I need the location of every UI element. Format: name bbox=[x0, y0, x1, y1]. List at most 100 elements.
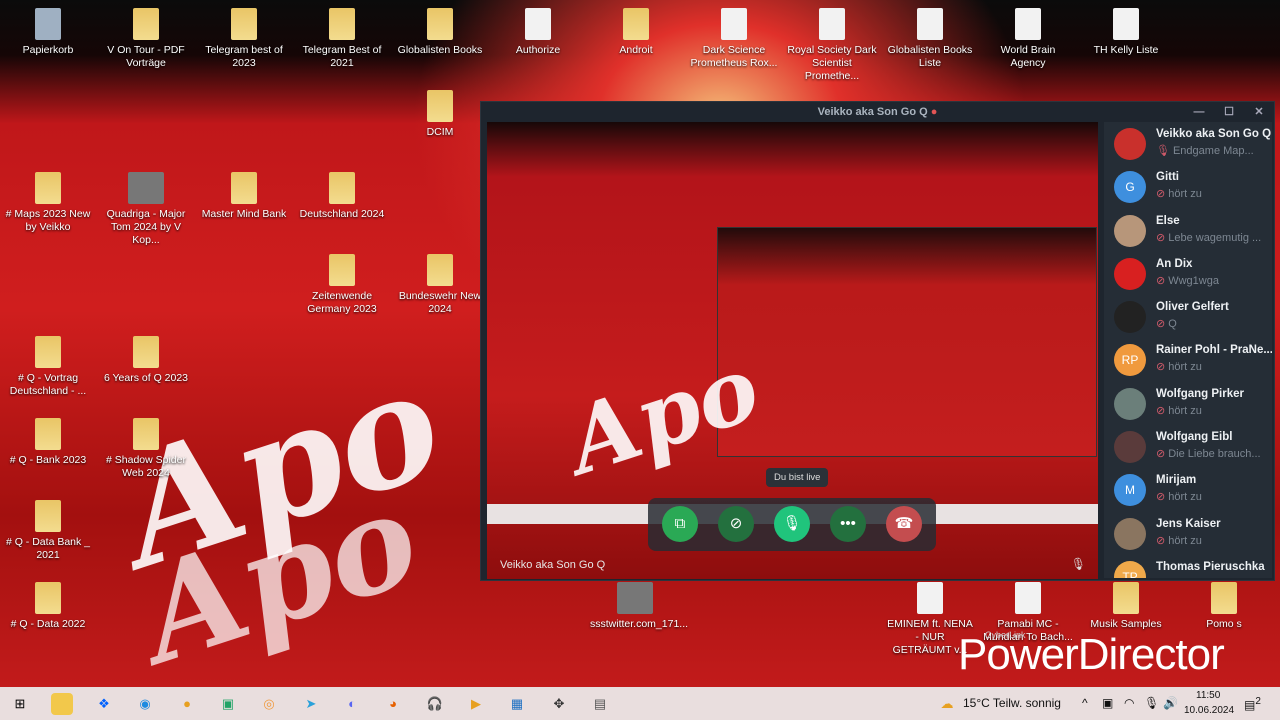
participant-item[interactable]: TP Thomas Pieruschka ⊘ bbox=[1104, 555, 1272, 578]
tray-app-icon[interactable]: ▣ bbox=[1102, 696, 1113, 710]
desktop-icon[interactable]: Telegram Best of 2021 bbox=[297, 8, 387, 70]
desktop-icon[interactable]: Globalisten Books bbox=[395, 8, 485, 57]
desktop-icon-label: World Brain Agency bbox=[1000, 44, 1056, 69]
microphone-button[interactable]: 🎙 bbox=[774, 506, 810, 542]
app-icon[interactable]: ✥ bbox=[548, 693, 570, 715]
desktop-icon-label: # Q - Vortrag Deutschland - ... bbox=[9, 372, 87, 397]
desktop-icon-label: Androit bbox=[619, 44, 653, 56]
desktop-icon[interactable]: Telegram best of 2023 bbox=[199, 8, 289, 70]
store-icon[interactable]: ▦ bbox=[506, 693, 528, 715]
participant-item[interactable]: RP Rainer Pohl - PraNe... ⊘ hört zu bbox=[1104, 338, 1272, 381]
desktop-icon[interactable]: Dark Science Prometheus Rox... bbox=[689, 8, 779, 70]
desktop-icon[interactable]: Master Mind Bank bbox=[199, 172, 289, 221]
participant-item[interactable]: Veikko aka Son Go Q 🎙 Endgame Map... bbox=[1104, 122, 1272, 165]
notifications-icon[interactable]: ▤2 bbox=[1244, 696, 1261, 712]
start-button[interactable]: ⊞ bbox=[9, 693, 31, 715]
maximize-button[interactable]: ☐ bbox=[1214, 102, 1244, 122]
media-icon[interactable]: ▶ bbox=[465, 693, 487, 715]
end-call-button[interactable]: ☎ bbox=[886, 506, 922, 542]
tray-chevron-icon[interactable]: ^ bbox=[1082, 696, 1088, 710]
status-text: hört zu bbox=[1168, 188, 1202, 201]
participant-item[interactable]: Oliver Gelfert ⊘ Q bbox=[1104, 295, 1272, 338]
weather-text[interactable]: 15°C Teilw. sonnig bbox=[963, 696, 1061, 710]
desktop-icon-label: # Q - Bank 2023 bbox=[9, 454, 87, 466]
dropbox-icon[interactable]: ❖ bbox=[93, 693, 115, 715]
telegram-icon[interactable]: ➤ bbox=[300, 693, 322, 715]
desktop-icon[interactable]: V On Tour - PDF Vorträge bbox=[101, 8, 191, 70]
desktop-icon-label: DCIM bbox=[426, 126, 454, 138]
desktop-icon-label: Globalisten Books Liste bbox=[887, 44, 973, 69]
desktop-icon[interactable]: # Q - Vortrag Deutschland - ... bbox=[3, 336, 93, 398]
participants-list[interactable]: Veikko aka Son Go Q 🎙 Endgame Map... G Git… bbox=[1104, 122, 1272, 578]
clock-time[interactable]: 11:50 bbox=[1196, 690, 1220, 701]
desktop-icon[interactable]: Zeitenwende Germany 2023 bbox=[297, 254, 387, 316]
app-icon[interactable]: ● bbox=[176, 693, 198, 715]
folder-icon bbox=[427, 254, 453, 286]
desktop-icon-label: Master Mind Bank bbox=[201, 208, 287, 220]
minimize-button[interactable]: — bbox=[1184, 102, 1214, 122]
desktop-icon[interactable]: Musik Samples bbox=[1081, 582, 1171, 631]
app-icon[interactable]: ◎ bbox=[258, 693, 280, 715]
status-text: hört zu bbox=[1168, 534, 1202, 547]
desktop-icon[interactable]: TH Kelly Liste bbox=[1081, 8, 1171, 57]
discord-icon[interactable]: ◐ bbox=[341, 693, 363, 715]
more-button[interactable]: ••• bbox=[830, 506, 866, 542]
desktop-icon[interactable]: Globalisten Books Liste bbox=[885, 8, 975, 70]
file-icon bbox=[128, 172, 164, 204]
desktop-icon-label: # Q - Data 2022 bbox=[10, 618, 86, 630]
participant-item[interactable]: G Gitti ⊘ hört zu bbox=[1104, 165, 1272, 208]
desktop-icon[interactable]: # Q - Data 2022 bbox=[3, 582, 93, 631]
folder-icon bbox=[1211, 582, 1237, 614]
desktop-icon[interactable]: # Maps 2023 New by Veikko bbox=[3, 172, 93, 234]
app-icon[interactable]: ▤ bbox=[589, 693, 611, 715]
participant-item[interactable]: An Dix ⊘ Wwg1wga bbox=[1104, 252, 1272, 295]
desktop-icon[interactable]: World Brain Agency bbox=[983, 8, 1073, 70]
participant-item[interactable]: Else ⊘ Lebe wagemutig ... bbox=[1104, 209, 1272, 252]
headphones-icon[interactable]: 🎧 bbox=[424, 693, 446, 715]
video-off-button[interactable]: ⊘ bbox=[718, 506, 754, 542]
desktop-icon-label: Telegram best of 2023 bbox=[205, 44, 283, 69]
participant-name: Wolfgang Eibl bbox=[1156, 431, 1233, 444]
desktop-icon[interactable]: Authorize bbox=[493, 8, 583, 57]
participant-item[interactable]: Jens Kaiser ⊘ hört zu bbox=[1104, 512, 1272, 555]
participant-name: Rainer Pohl - PraNe... bbox=[1156, 344, 1272, 357]
desktop-icon[interactable]: DCIM bbox=[395, 90, 485, 139]
clock-date[interactable]: 10.06.2024 bbox=[1184, 705, 1234, 716]
volume-icon[interactable]: 🔊 bbox=[1163, 696, 1178, 710]
desktop-icon[interactable]: # Shadow Spider Web 2024 bbox=[101, 418, 191, 480]
wifi-icon[interactable]: ◠ bbox=[1124, 696, 1134, 710]
participant-item[interactable]: M Mirijam ⊘ hört zu bbox=[1104, 468, 1272, 511]
weather-icon[interactable]: ☁ bbox=[936, 693, 958, 715]
folder-icon bbox=[35, 582, 61, 614]
folder-icon bbox=[35, 172, 61, 204]
desktop-icon[interactable]: # Q - Data Bank _ 2021 bbox=[3, 500, 93, 562]
close-button[interactable]: ✕ bbox=[1244, 102, 1274, 122]
desktop-icon[interactable]: Royal Society Dark Scientist Promethe... bbox=[787, 8, 877, 83]
participant-item[interactable]: Wolfgang Pirker ⊘ hört zu bbox=[1104, 382, 1272, 425]
edge-icon[interactable]: ◉ bbox=[134, 693, 156, 715]
desktop-icon[interactable]: Papierkorb bbox=[3, 8, 93, 57]
desktop-icon[interactable]: # Q - Bank 2023 bbox=[3, 418, 93, 467]
desktop-icon[interactable]: Quadriga - Major Tom 2024 by V Kop... bbox=[101, 172, 191, 247]
participant-status: ⊘ Die Liebe brauch... bbox=[1156, 447, 1261, 460]
desktop-icon[interactable]: Androit bbox=[591, 8, 681, 57]
avatar bbox=[1114, 128, 1146, 160]
participant-name: An Dix bbox=[1156, 257, 1193, 270]
desktop-icon[interactable]: Bundeswehr New 2024 bbox=[395, 254, 485, 316]
microphone-icon[interactable]: 🎙 bbox=[1144, 696, 1159, 710]
participant-item[interactable]: Wolfgang Eibl ⊘ Die Liebe brauch... bbox=[1104, 425, 1272, 468]
screen-share-button[interactable]: ⧉ bbox=[662, 506, 698, 542]
app-icon[interactable]: ▣ bbox=[217, 693, 239, 715]
desktop-icon[interactable]: Deutschland 2024 bbox=[297, 172, 387, 221]
muted-mic-icon: ⊘ bbox=[1156, 318, 1166, 331]
file-icon bbox=[617, 582, 653, 614]
microphone-icon: 🎙 bbox=[782, 515, 802, 532]
participant-status: ⊘ hört zu bbox=[1156, 187, 1202, 200]
firefox-icon[interactable]: ◕ bbox=[382, 693, 404, 715]
window-titlebar[interactable]: Veikko aka Son Go Q ● — ☐ ✕ bbox=[481, 102, 1274, 122]
desktop-icon[interactable]: ssstwitter.com_171... bbox=[590, 582, 688, 631]
participant-name: Oliver Gelfert bbox=[1156, 301, 1229, 314]
desktop-icon[interactable]: 6 Years of Q 2023 bbox=[101, 336, 191, 385]
desktop-icon[interactable]: Pomo s bbox=[1179, 582, 1269, 631]
file-explorer-icon[interactable] bbox=[51, 693, 73, 715]
